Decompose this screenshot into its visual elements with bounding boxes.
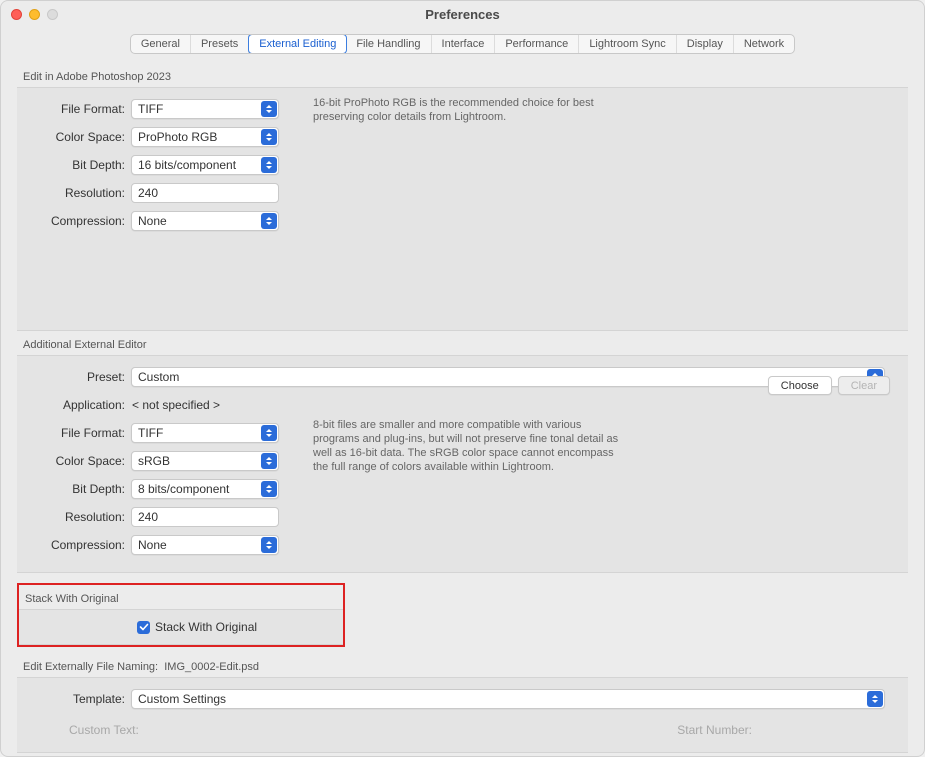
tab-general[interactable]: General [131,35,191,53]
input-resolution-1[interactable]: 240 [131,183,279,203]
select-arrows-icon [261,453,277,469]
window-controls [11,9,58,20]
input-resolution-2[interactable]: 240 [131,507,279,527]
select-color-space-1[interactable]: ProPhoto RGB [131,127,279,147]
select-arrows-icon [261,481,277,497]
tab-interface[interactable]: Interface [432,35,496,53]
section-header-additional: Additional External Editor [23,339,908,351]
minimize-window-button[interactable] [29,9,40,20]
panel-additional: Preset: Custom Application: < not specif… [17,355,908,573]
select-template[interactable]: Custom Settings [131,689,885,709]
label-compression-1: Compression: [35,214,125,228]
select-compression-2[interactable]: None [131,535,279,555]
select-file-format-2[interactable]: TIFF [131,423,279,443]
label-file-format-2: File Format: [35,426,125,440]
select-arrows-icon [261,129,277,145]
checkbox-label-stack: Stack With Original [155,620,257,634]
help-text-photoshop: 16-bit ProPhoto RGB is the recommended c… [313,96,623,124]
label-bit-depth-1: Bit Depth: [35,158,125,172]
select-arrows-icon [261,213,277,229]
select-bit-depth-1[interactable]: 16 bits/component [131,155,279,175]
label-bit-depth-2: Bit Depth: [35,482,125,496]
select-bit-depth-2[interactable]: 8 bits/component [131,479,279,499]
select-file-format-1[interactable]: TIFF [131,99,279,119]
tab-performance[interactable]: Performance [495,35,579,53]
panel-naming: Template: Custom Settings Custom Text: S… [17,677,908,753]
help-text-additional: 8-bit files are smaller and more compati… [313,418,623,474]
label-resolution-1: Resolution: [35,186,125,200]
check-icon [139,622,149,632]
titlebar: Preferences [1,1,924,27]
tab-presets[interactable]: Presets [191,35,249,53]
tab-display[interactable]: Display [677,35,734,53]
section-header-photoshop: Edit in Adobe Photoshop 2023 [23,71,908,83]
application-value: < not specified > [132,398,220,412]
tab-network[interactable]: Network [734,35,794,53]
highlight-stack-with-original: Stack With Original Stack With Original [17,583,345,647]
label-file-format-1: File Format: [35,102,125,116]
tab-bar: General Presets External Editing File Ha… [1,31,924,57]
label-preset: Preset: [35,370,125,384]
section-header-naming: Edit Externally File Naming: IMG_0002-Ed… [23,661,908,673]
select-color-space-2[interactable]: sRGB [131,451,279,471]
label-resolution-2: Resolution: [35,510,125,524]
select-arrows-icon [261,157,277,173]
tab-lightroom-sync[interactable]: Lightroom Sync [579,35,676,53]
content-area: Edit in Adobe Photoshop 2023 16-bit ProP… [1,57,924,753]
window-title: Preferences [425,7,499,22]
select-arrows-icon [261,101,277,117]
select-arrows-icon [261,425,277,441]
select-arrows-icon [261,537,277,553]
panel-photoshop: 16-bit ProPhoto RGB is the recommended c… [17,87,908,331]
label-application: Application: [35,398,125,412]
zoom-window-button [47,9,58,20]
label-compression-2: Compression: [35,538,125,552]
section-header-stack: Stack With Original [25,593,343,605]
preferences-window: Preferences General Presets External Edi… [0,0,925,757]
select-compression-1[interactable]: None [131,211,279,231]
tab-file-handling[interactable]: File Handling [346,35,431,53]
tab-external-editing[interactable]: External Editing [248,34,347,54]
panel-stack: Stack With Original [19,609,343,645]
label-custom-text: Custom Text: [69,723,139,737]
tab-strip: General Presets External Editing File Ha… [130,34,795,54]
select-arrows-icon [867,691,883,707]
checkbox-stack-with-original[interactable] [137,621,150,634]
label-start-number: Start Number: [677,723,752,737]
label-color-space-1: Color Space: [35,130,125,144]
label-template: Template: [35,692,125,706]
label-color-space-2: Color Space: [35,454,125,468]
close-window-button[interactable] [11,9,22,20]
choose-button[interactable]: Choose [768,376,832,395]
clear-button: Clear [838,376,890,395]
